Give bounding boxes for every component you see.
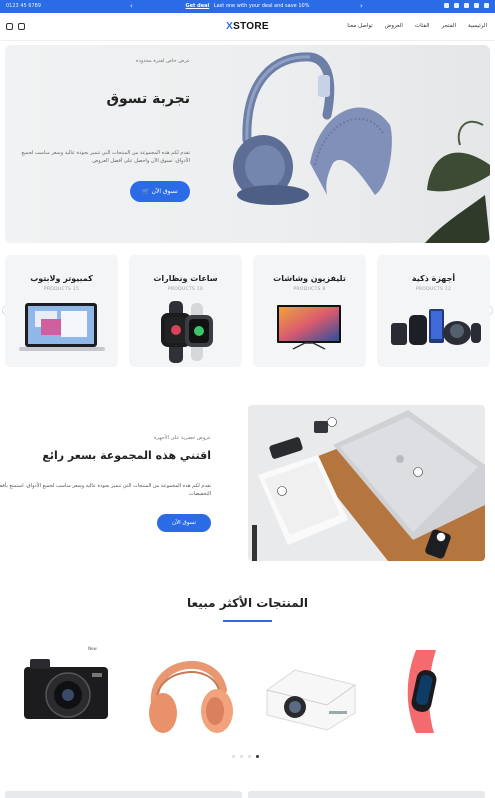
workspace-image bbox=[248, 405, 485, 561]
tv-image bbox=[277, 305, 341, 350]
hero-eyebrow: عرض خاص لفترة محدودة bbox=[136, 58, 190, 64]
category-count: PRODUCTS 15 bbox=[43, 287, 80, 292]
title-underline bbox=[223, 620, 272, 622]
smart-devices-image bbox=[391, 309, 481, 345]
best-sellers-title: المنتجات الأكثر مبيعا bbox=[187, 596, 308, 610]
nav-item-home[interactable]: الرئيسية bbox=[468, 23, 487, 29]
category-count: PRODUCTS 8 bbox=[293, 287, 326, 292]
cart-icon: 🛒 bbox=[142, 188, 152, 195]
category-card-computers-laptops[interactable]: كمبيوتر ولابتوب PRODUCTS 15 bbox=[5, 255, 118, 367]
nav-item-categories[interactable]: الفئات bbox=[415, 23, 430, 29]
carousel-dot-active[interactable] bbox=[256, 755, 259, 758]
next-section-card-right bbox=[248, 791, 485, 798]
carousel-dot[interactable] bbox=[240, 755, 243, 758]
promo-eyebrow: عروض حصرية على الأجهزة bbox=[153, 435, 211, 441]
category-count: PRODUCTS 12 bbox=[415, 287, 452, 292]
promo-text: Last one with your deal and save 10% bbox=[213, 3, 310, 9]
instagram-icon[interactable] bbox=[464, 3, 469, 8]
promo-shop-button[interactable]: تسوق الآن bbox=[157, 514, 211, 532]
category-count: PRODUCTS 10 bbox=[167, 287, 204, 292]
category-name: تليفزيون وشاشات bbox=[273, 274, 346, 283]
promo-banner: Get deal Last one with your deal and sav… bbox=[0, 3, 495, 9]
category-card-tv-screens[interactable]: تليفزيون وشاشات PRODUCTS 8 bbox=[253, 255, 366, 367]
hero-description: تقدم لكم هذه المجموعة من المنتجات التي ت… bbox=[21, 150, 190, 164]
hero-shop-button[interactable]: 🛒 تسوق الآن bbox=[130, 181, 190, 202]
top-bar: 0123 45 6789 ‹ Get deal Last one with yo… bbox=[0, 0, 495, 13]
product-smart-band[interactable] bbox=[376, 645, 486, 740]
carousel-dot[interactable] bbox=[248, 755, 251, 758]
laptop-image bbox=[19, 303, 105, 351]
nav-item-offers[interactable]: العروض bbox=[385, 23, 403, 29]
main-nav: تواصل معنا العروض الفئات المتجر الرئيسية bbox=[347, 23, 487, 29]
carousel-dot[interactable] bbox=[232, 755, 235, 758]
youtube-icon[interactable] bbox=[474, 3, 479, 8]
social-links bbox=[444, 3, 489, 8]
product-headphones[interactable] bbox=[135, 645, 245, 740]
category-card-watches-glasses[interactable]: ساعات ونظارات PRODUCTS 10 bbox=[129, 255, 242, 367]
linkedin-icon[interactable] bbox=[484, 3, 489, 8]
headphones-image bbox=[233, 52, 490, 243]
promo-next-arrow-icon[interactable]: › bbox=[360, 2, 363, 10]
nav-item-contact[interactable]: تواصل معنا bbox=[347, 23, 372, 29]
category-name: كمبيوتر ولابتوب bbox=[30, 274, 93, 283]
watch-image bbox=[161, 301, 213, 363]
category-card-smart-devices[interactable]: أجهزة ذكية PRODUCTS 12 bbox=[377, 255, 490, 367]
hero-banner: عرض خاص لفترة محدودة تجربة تسوق تقدم لكم… bbox=[5, 45, 490, 243]
site-header: XSTORE تواصل معنا العروض الفئات المتجر ا… bbox=[0, 13, 495, 41]
product-camera[interactable] bbox=[12, 645, 122, 740]
nav-item-shop[interactable]: المتجر bbox=[441, 23, 456, 29]
promo-title: اقتني هذه المجموعة بسعر رائع bbox=[42, 449, 211, 462]
twitter-icon[interactable] bbox=[444, 3, 449, 8]
hero-title: تجربة تسوق bbox=[106, 91, 190, 107]
category-name: ساعات ونظارات bbox=[153, 274, 218, 283]
promo-description: تقدم لكم هذه المجموعة من المنتجات التي ت… bbox=[0, 483, 211, 497]
next-section-card-left bbox=[5, 791, 242, 798]
facebook-icon[interactable] bbox=[454, 3, 459, 8]
product-projector[interactable] bbox=[255, 645, 365, 740]
promo-link[interactable]: Get deal bbox=[186, 3, 210, 9]
carousel-dots bbox=[232, 755, 259, 758]
category-name: أجهزة ذكية bbox=[411, 274, 456, 283]
